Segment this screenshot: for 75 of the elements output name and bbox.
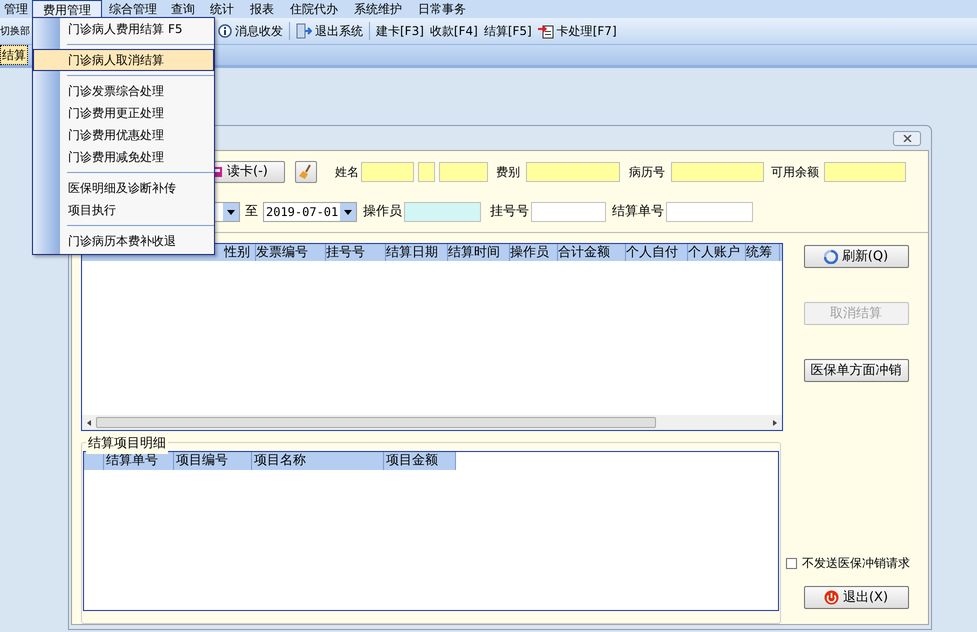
menu-option[interactable]: 门诊发票综合处理 [60,80,214,102]
menu-option[interactable]: 门诊病人费用结算 F5 [60,18,214,40]
settlement-no-label: 结算单号 [612,203,664,222]
toolbar-button[interactable]: 退出系统 [293,20,366,42]
menu-option[interactable]: 门诊费用更正处理 [60,102,214,124]
column-header[interactable]: 个人账户 [688,244,746,261]
column-header[interactable]: 性别 [224,244,256,261]
menu-item[interactable]: 报表 [242,0,282,18]
menu-item[interactable]: 管理 [0,0,32,18]
operator-label: 操作员 [363,203,402,222]
menu-item[interactable]: 日常事务 [410,0,474,18]
column-header[interactable]: 结算时间 [448,244,510,261]
fee-type-label: 费别 [496,164,520,181]
menu-item[interactable]: 住院代办 [282,0,346,18]
column-header[interactable]: 个人自付 [626,244,688,261]
header-corner [84,452,104,470]
toolbar-button[interactable]: 卡处理[F7] [534,20,620,42]
close-button[interactable] [893,130,921,146]
menu-option[interactable]: 项目执行 [60,199,214,221]
dropdown-arrow-icon [344,210,352,215]
power-icon [824,590,839,605]
age-field[interactable] [439,162,488,182]
tab[interactable]: 结算 [0,45,28,65]
horizontal-scrollbar[interactable] [82,415,782,430]
register-no-label: 挂号号 [490,203,529,222]
column-header[interactable]: 操作员 [510,244,558,261]
operator-field[interactable] [404,202,481,222]
column-header[interactable]: 发票编号 [256,244,326,261]
menu-item[interactable]: 查询 [164,0,202,18]
name-label: 姓名 [335,164,359,181]
info-icon [218,24,232,38]
to-label: 至 [245,203,258,222]
toolbar-button[interactable]: 建卡[F3] [373,20,427,42]
sex-field[interactable] [418,162,435,182]
refresh-icon [824,250,838,264]
column-header[interactable]: 统筹 [746,244,780,261]
name-field[interactable] [361,162,414,182]
record-no-label: 病历号 [629,164,665,181]
menu-item[interactable]: 费用管理 [32,0,102,18]
exit-button[interactable]: 退出(X) [804,586,908,609]
column-header[interactable]: 合计金额 [558,244,626,261]
menu-option[interactable]: 门诊病历本费补收退 [60,230,214,252]
card-document-icon [538,23,554,39]
column-header[interactable]: 项目名称 [252,452,384,470]
toolbar-item[interactable]: 切换部 [0,24,30,38]
balance-field[interactable] [824,162,906,182]
dropdown-arrow-icon [227,210,235,215]
toolbar-button[interactable]: 消息收发 [215,20,286,42]
date-to-field[interactable]: 2019-07-01 [263,202,357,222]
refresh-button[interactable]: 刷新(Q) [804,245,908,268]
column-header[interactable]: 挂号号 [326,244,386,261]
column-header[interactable]: 项目金额 [384,452,456,470]
action-button[interactable]: 医保单方面冲销 [804,359,908,382]
settlement-no-field[interactable] [666,202,753,222]
fee-type-field[interactable] [526,162,620,182]
record-no-field[interactable] [671,162,764,182]
menu-option[interactable]: 门诊病人取消结算 [33,49,214,71]
close-icon [902,134,912,142]
column-header[interactable]: 结算单号 [104,452,174,470]
column-header[interactable]: 结算日期 [386,244,448,261]
checkbox-label: 不发送医保冲销请求 [802,555,910,572]
toolbar-button[interactable]: 收款[F4] [426,20,481,42]
door-exit-icon [296,23,312,39]
shortcut-label: F5 [168,21,183,38]
toolbar-button[interactable]: 结算[F5] [480,20,535,42]
checkbox[interactable] [786,558,797,568]
menu-item[interactable]: 综合管理 [102,0,164,18]
column-header[interactable]: 项目编号 [174,452,252,470]
menu-item[interactable]: 系统维护 [346,0,410,18]
balance-label: 可用余额 [771,164,819,181]
menu-item[interactable]: 统计 [202,0,242,18]
clear-button[interactable] [295,160,317,183]
register-no-field[interactable] [531,202,606,222]
menu-option[interactable]: 门诊费用优惠处理 [60,124,214,146]
group-title: 结算项目明细 [86,434,168,454]
